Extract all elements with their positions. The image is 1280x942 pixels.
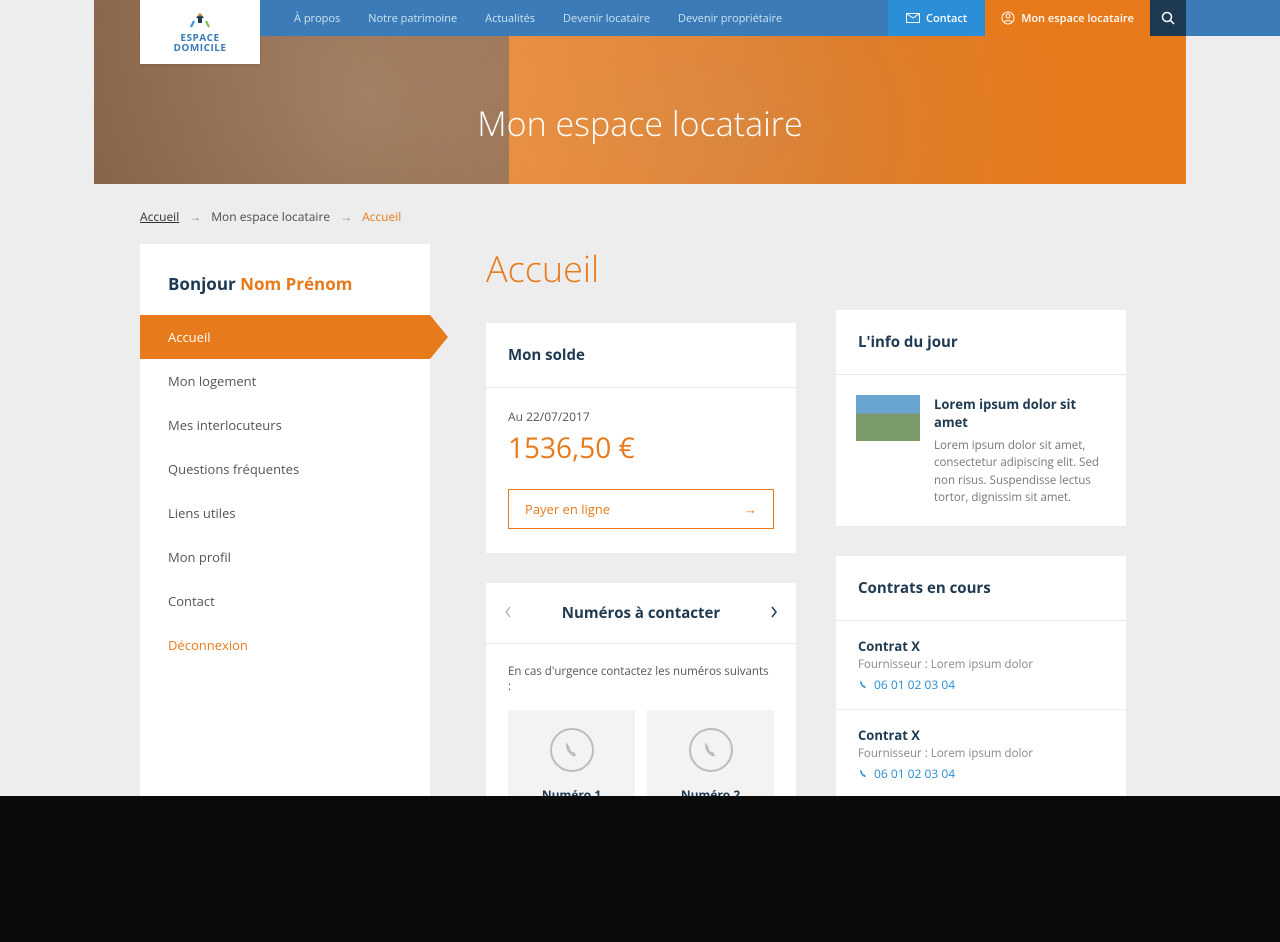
search-button[interactable]	[1150, 0, 1186, 36]
contract-supplier: Fournisseur : Lorem ipsum dolor	[858, 657, 1104, 672]
page-title: Accueil	[486, 244, 796, 293]
greeting-prefix: Bonjour	[168, 272, 240, 295]
page-shadow	[0, 796, 1280, 942]
contacts-intro: En cas d'urgence contactez les numéros s…	[486, 644, 796, 710]
arrow-right-icon: →	[744, 500, 757, 518]
arrow-right-icon: →	[189, 208, 201, 225]
contract-name: Contrat X	[858, 637, 1104, 655]
contract-item[interactable]: Contrat X Fournisseur : Lorem ipsum dolo…	[836, 710, 1126, 799]
nav-actualites[interactable]: Actualités	[471, 11, 549, 26]
mail-icon	[906, 13, 920, 23]
sidebar-item-profil[interactable]: Mon profil	[140, 535, 430, 579]
sidebar-item-contact[interactable]: Contact	[140, 579, 430, 623]
chevron-left-icon	[504, 606, 512, 618]
espace-locataire-button[interactable]: Mon espace locataire	[985, 0, 1150, 36]
phone-icon	[689, 728, 733, 772]
arrow-right-icon: →	[340, 208, 352, 225]
phone-icon	[858, 768, 869, 779]
brand-line2: DOMICILE	[173, 42, 226, 52]
breadcrumb-current: Accueil	[362, 208, 401, 225]
search-icon	[1161, 11, 1175, 25]
espace-label: Mon espace locataire	[1021, 11, 1134, 26]
nav-a-propos[interactable]: À propos	[280, 11, 354, 26]
carousel-prev-button[interactable]	[504, 604, 512, 623]
contracts-card: Contrats en cours Contrat X Fournisseur …	[836, 556, 1126, 831]
breadcrumb: Accueil → Mon espace locataire → Accueil	[140, 208, 401, 225]
balance-header: Mon solde	[486, 323, 796, 388]
sidebar-item-logement[interactable]: Mon logement	[140, 359, 430, 403]
breadcrumb-mid[interactable]: Mon espace locataire	[211, 208, 330, 225]
user-icon	[1001, 11, 1015, 25]
contract-phone: 06 01 02 03 04	[858, 765, 1104, 782]
phone-icon	[858, 679, 869, 690]
phone-icon	[550, 728, 594, 772]
balance-date: Au 22/07/2017	[508, 408, 774, 425]
sidebar: Bonjour Nom Prénom Accueil Mon logement …	[140, 244, 430, 886]
sidebar-item-logout[interactable]: Déconnexion	[140, 623, 430, 667]
balance-amount: 1536,50 €	[508, 429, 774, 467]
sidebar-item-faq[interactable]: Questions fréquentes	[140, 447, 430, 491]
balance-card: Mon solde Au 22/07/2017 1536,50 € Payer …	[486, 323, 796, 553]
pay-online-button[interactable]: Payer en ligne →	[508, 489, 774, 529]
nav-devenir-proprietaire[interactable]: Devenir propriétaire	[664, 11, 796, 26]
news-card: L'info du jour Lorem ipsum dolor sit ame…	[836, 310, 1126, 526]
nav-patrimoine[interactable]: Notre patrimoine	[354, 11, 471, 26]
sidebar-item-interlocuteurs[interactable]: Mes interlocuteurs	[140, 403, 430, 447]
breadcrumb-home[interactable]: Accueil	[140, 208, 179, 225]
pay-label: Payer en ligne	[525, 500, 610, 518]
news-title: Lorem ipsum dolor sit amet	[934, 395, 1106, 431]
contract-phone: 06 01 02 03 04	[858, 676, 1104, 693]
news-header: L'info du jour	[836, 310, 1126, 375]
top-nav: ESPACE DOMICILE À propos Notre patrimoin…	[0, 0, 1280, 36]
nav-devenir-locataire[interactable]: Devenir locataire	[549, 11, 664, 26]
contract-name: Contrat X	[858, 726, 1104, 744]
contacts-header: Numéros à contacter	[562, 603, 720, 623]
contract-item[interactable]: Contrat X Fournisseur : Lorem ipsum dolo…	[836, 621, 1126, 710]
hero-title: Mon espace locataire	[94, 100, 1186, 146]
sidebar-item-liens[interactable]: Liens utiles	[140, 491, 430, 535]
news-thumbnail	[856, 395, 920, 441]
logo-icon	[173, 13, 226, 32]
contact-button[interactable]: Contact	[888, 0, 985, 36]
contract-supplier: Fournisseur : Lorem ipsum dolor	[858, 746, 1104, 761]
chevron-right-icon	[770, 606, 778, 618]
sidebar-greeting: Bonjour Nom Prénom	[140, 272, 430, 315]
greeting-name: Nom Prénom	[240, 272, 352, 295]
sidebar-item-accueil[interactable]: Accueil	[140, 315, 430, 359]
contracts-header: Contrats en cours	[836, 556, 1126, 621]
news-text: Lorem ipsum dolor sit amet, consectetur …	[934, 437, 1106, 506]
contact-label: Contact	[926, 11, 967, 26]
brand-logo[interactable]: ESPACE DOMICILE	[140, 0, 260, 64]
carousel-next-button[interactable]	[770, 604, 778, 623]
